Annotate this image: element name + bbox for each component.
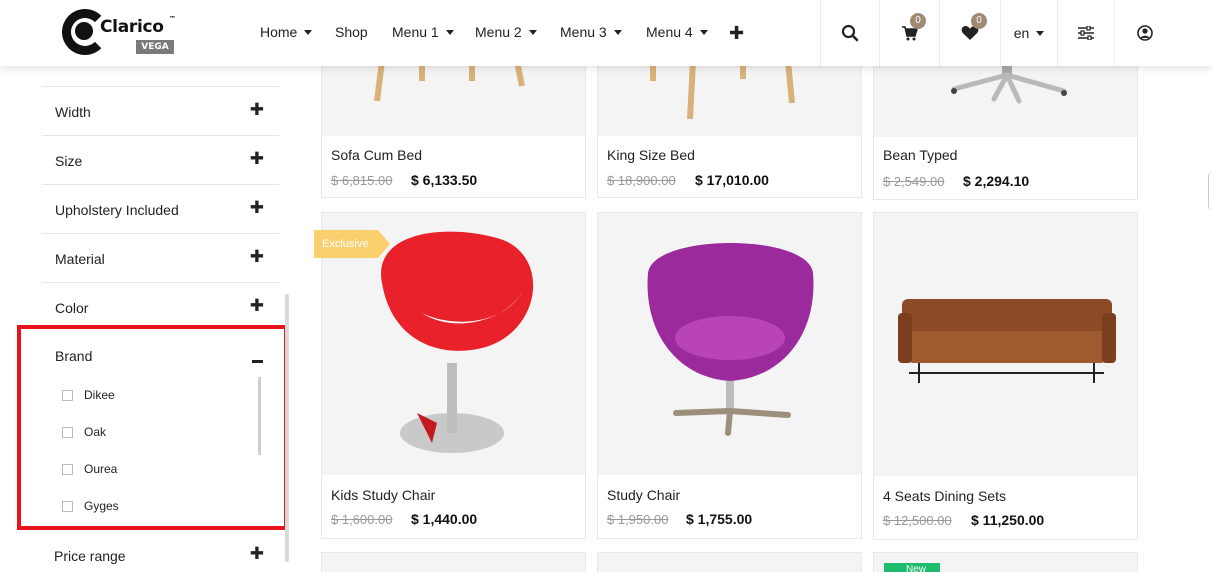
search-button[interactable] [820, 0, 879, 66]
nav-menu-2[interactable]: Menu 2 [475, 24, 537, 40]
product-old-price: $ 1,600.00 [331, 512, 393, 527]
chevron-down-icon [699, 29, 708, 35]
product-image[interactable] [322, 553, 585, 572]
product-card[interactable]: Bean Typed $ 2,549.00 $ 2,294.10 [873, 60, 1138, 200]
sidebar-scrollbar[interactable] [285, 294, 289, 562]
product-image[interactable] [598, 553, 861, 572]
product-image[interactable] [598, 61, 861, 136]
product-old-price: $ 2,549.00 [883, 174, 945, 189]
product-name[interactable]: Sofa Cum Bed [331, 147, 422, 163]
language-value: en [1013, 25, 1030, 41]
new-tag: New [884, 563, 940, 572]
nav-menu-4[interactable]: Menu 4 [646, 24, 708, 40]
sliders-icon [1078, 26, 1094, 40]
filter-label: Width [55, 104, 91, 120]
filter-size[interactable]: Size ✚ [42, 135, 279, 184]
filter-label: Price range [54, 548, 126, 564]
product-image[interactable] [598, 213, 861, 475]
plus-icon[interactable]: ✚ [729, 23, 744, 44]
plus-icon[interactable]: ✚ [250, 247, 264, 267]
chair-base-image [951, 61, 1067, 104]
filter-label: Material [55, 251, 105, 267]
product-image[interactable] [322, 61, 585, 136]
plus-icon[interactable]: ✚ [250, 198, 264, 218]
product-price: $ 6,133.50 [411, 172, 478, 188]
page-edge-handle [1208, 172, 1213, 210]
chevron-down-icon [445, 29, 454, 35]
product-card[interactable] [321, 552, 586, 572]
product-card[interactable]: Study Chair $ 1,950.00 $ 1,755.00 [597, 212, 862, 539]
plus-icon[interactable]: ✚ [250, 544, 264, 564]
product-old-price: $ 1,950.00 [607, 512, 669, 527]
filter-width[interactable]: Width ✚ [42, 86, 279, 135]
product-card[interactable]: Sofa Cum Bed $ 6,815.00 $ 6,133.50 [321, 60, 586, 198]
nav-menu-3[interactable]: Menu 3 [560, 24, 622, 40]
product-card[interactable] [597, 552, 862, 572]
logo-sub: VEGA [136, 40, 174, 54]
filter-upholstery[interactable]: Upholstery Included ✚ [42, 184, 279, 233]
product-name[interactable]: Bean Typed [883, 147, 957, 163]
logo-trademark: ™ [169, 15, 176, 23]
plus-icon[interactable]: ✚ [250, 149, 264, 169]
site-header: Clarico ™ VEGA Home Shop Menu 1 Menu 2 M… [0, 0, 1213, 66]
search-icon [841, 24, 859, 42]
logo-text: Clarico [100, 17, 164, 37]
filter-label: Color [55, 300, 89, 316]
filter-color[interactable]: Color ✚ [42, 282, 279, 331]
cart-count-badge: 0 [910, 13, 926, 29]
product-price: $ 2,294.10 [963, 173, 1030, 189]
account-button[interactable] [1115, 0, 1175, 66]
product-card[interactable]: King Size Bed $ 18,900.00 $ 17,010.00 [597, 60, 862, 198]
filter-settings-button[interactable] [1057, 0, 1115, 66]
chair-legs-image [650, 61, 795, 120]
nav-menu-3-label: Menu 3 [560, 24, 607, 40]
nav-menu-2-label: Menu 2 [475, 24, 522, 40]
product-name[interactable]: 4 Seats Dining Sets [883, 488, 1006, 504]
purple-chair-image [647, 243, 814, 436]
product-name[interactable]: Kids Study Chair [331, 487, 435, 503]
nav-menu-1[interactable]: Menu 1 [392, 24, 454, 40]
nav-menu-4-label: Menu 4 [646, 24, 693, 40]
cart-button[interactable]: 0 [879, 0, 939, 66]
nav-menu-1-label: Menu 1 [392, 24, 439, 40]
chevron-down-icon [528, 29, 537, 35]
brand-logo[interactable]: Clarico ™ VEGA [60, 8, 180, 58]
exclusive-tag: Exclusive [314, 230, 390, 258]
plus-icon[interactable]: ✚ [250, 296, 264, 316]
product-old-price: $ 18,900.00 [607, 173, 676, 188]
language-selector[interactable]: en [1000, 0, 1057, 66]
nav-shop[interactable]: Shop [335, 24, 368, 40]
product-price: $ 1,440.00 [411, 511, 478, 527]
filter-label: Upholstery Included [55, 202, 179, 218]
wishlist-button[interactable]: 0 [939, 0, 1000, 66]
logo-dot [75, 22, 93, 40]
wishlist-count-badge: 0 [971, 13, 987, 29]
product-name[interactable]: Study Chair [607, 487, 680, 503]
chair-legs-image [374, 61, 525, 102]
brand-filter-highlight [17, 325, 288, 530]
filter-material[interactable]: Material ✚ [42, 233, 279, 282]
plus-icon[interactable]: ✚ [250, 100, 264, 120]
nav-shop-label: Shop [335, 24, 368, 40]
product-image[interactable] [874, 213, 1137, 476]
product-old-price: $ 6,815.00 [331, 173, 393, 188]
filter-price-range[interactable]: Price range ✚ [42, 531, 279, 572]
chevron-down-icon [1036, 30, 1045, 36]
brown-sofa-image [898, 299, 1116, 383]
user-circle-icon [1137, 25, 1153, 41]
product-old-price: $ 12,500.00 [883, 513, 952, 528]
filter-label: Size [55, 153, 83, 169]
nav-home[interactable]: Home [260, 24, 313, 40]
product-card[interactable]: 4 Seats Dining Sets $ 12,500.00 $ 11,250… [873, 212, 1138, 540]
chevron-down-icon [613, 29, 622, 35]
nav-home-label: Home [260, 24, 298, 40]
product-card[interactable]: Kids Study Chair $ 1,600.00 $ 1,440.00 [321, 212, 586, 539]
chevron-down-icon [304, 29, 313, 35]
product-price: $ 11,250.00 [971, 512, 1045, 528]
product-price: $ 1,755.00 [686, 511, 753, 527]
product-name[interactable]: King Size Bed [607, 147, 695, 163]
product-price: $ 17,010.00 [695, 172, 769, 188]
product-image[interactable] [874, 61, 1137, 137]
